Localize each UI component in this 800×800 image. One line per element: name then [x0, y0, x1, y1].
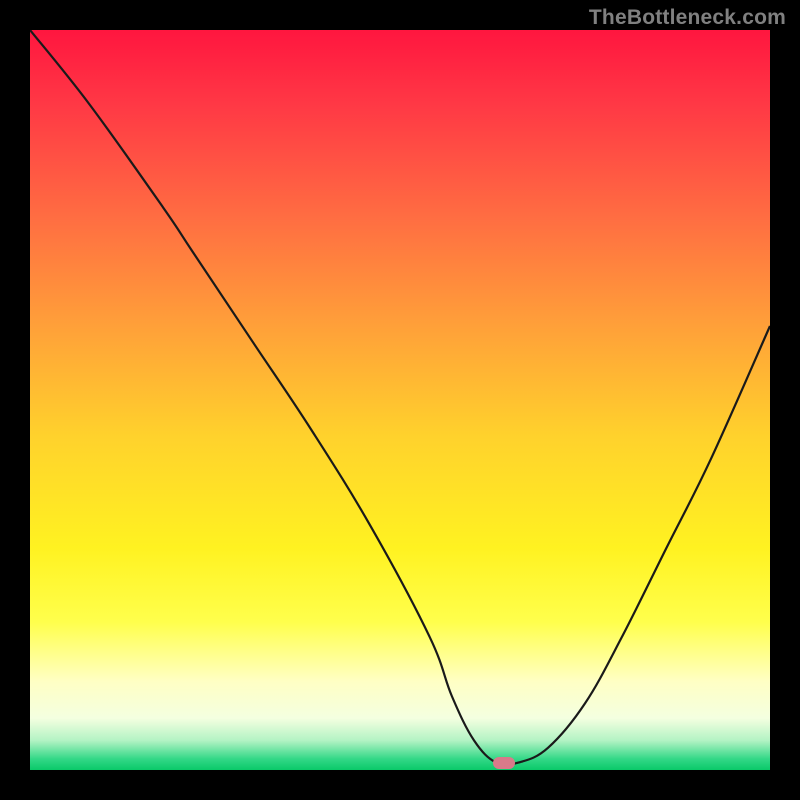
chart-container: TheBottleneck.com	[0, 0, 800, 800]
curve-line	[30, 30, 770, 770]
plot-area	[30, 30, 770, 770]
optimal-marker	[493, 757, 515, 769]
watermark-text: TheBottleneck.com	[589, 6, 786, 30]
